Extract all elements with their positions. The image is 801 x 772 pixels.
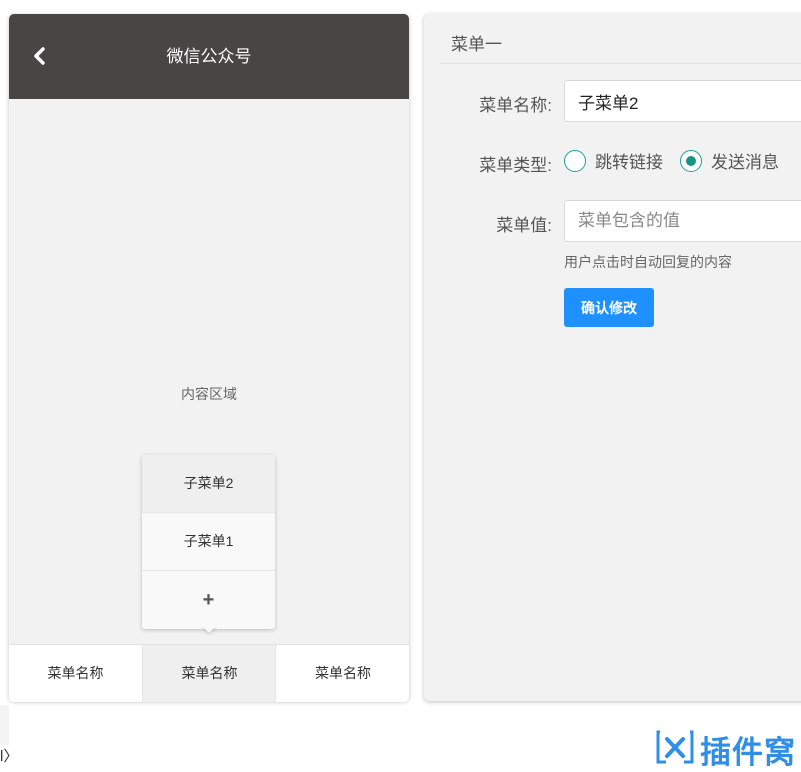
radio-jump-link[interactable] — [564, 150, 586, 172]
menu-name-label: 菜单名称: — [479, 96, 552, 115]
menu-editor-panel: 菜单一 菜单名称: 菜单类型: 跳转链接 发送消息 菜单值: 用户点击时自动回复… — [424, 14, 801, 701]
menu-value-input[interactable] — [564, 200, 801, 242]
radio-send-message[interactable] — [680, 150, 702, 172]
submenu-popup: 子菜单2 子菜单1 + — [142, 455, 275, 633]
bottom-menu-bar: 菜单名称 菜单名称 菜单名称 — [9, 644, 409, 702]
menu-name-input[interactable] — [564, 80, 801, 122]
submenu-item-2[interactable]: 子菜单2 — [142, 455, 275, 513]
left-edge-strip — [0, 705, 9, 745]
submenu-pointer — [201, 625, 217, 633]
radio-send-message-label[interactable]: 发送消息 — [711, 148, 779, 173]
menu-value-hint: 用户点击时自动回复的内容 — [564, 254, 732, 270]
menu-type-label: 菜单类型: — [479, 156, 552, 175]
editor-title: 菜单一 — [451, 35, 502, 54]
plugin-logo-icon — [656, 730, 694, 764]
phone-header: 微信公众号 — [9, 14, 409, 99]
bottom-menu-item-1[interactable]: 菜单名称 — [9, 645, 142, 702]
phone-preview-panel: 微信公众号 内容区域 子菜单2 子菜单1 + 菜单名称 菜单名称 菜单名称 — [9, 14, 409, 702]
add-submenu-button[interactable]: + — [142, 571, 275, 629]
editor-divider — [440, 63, 801, 64]
bottom-menu-item-2[interactable]: 菜单名称 — [142, 645, 276, 702]
bottom-menu-item-3[interactable]: 菜单名称 — [275, 645, 409, 702]
phone-header-title: 微信公众号 — [166, 47, 252, 66]
back-chevron-icon[interactable] — [29, 45, 51, 67]
radio-jump-link-label[interactable]: 跳转链接 — [595, 148, 663, 173]
menu-value-label: 菜单值: — [496, 216, 552, 235]
watermark-text: 插件窝 — [700, 735, 796, 770]
submenu-item-1[interactable]: 子菜单1 — [142, 513, 275, 571]
content-area-label: 内容区域 — [181, 386, 237, 402]
confirm-edit-button[interactable]: 确认修改 — [564, 288, 654, 327]
